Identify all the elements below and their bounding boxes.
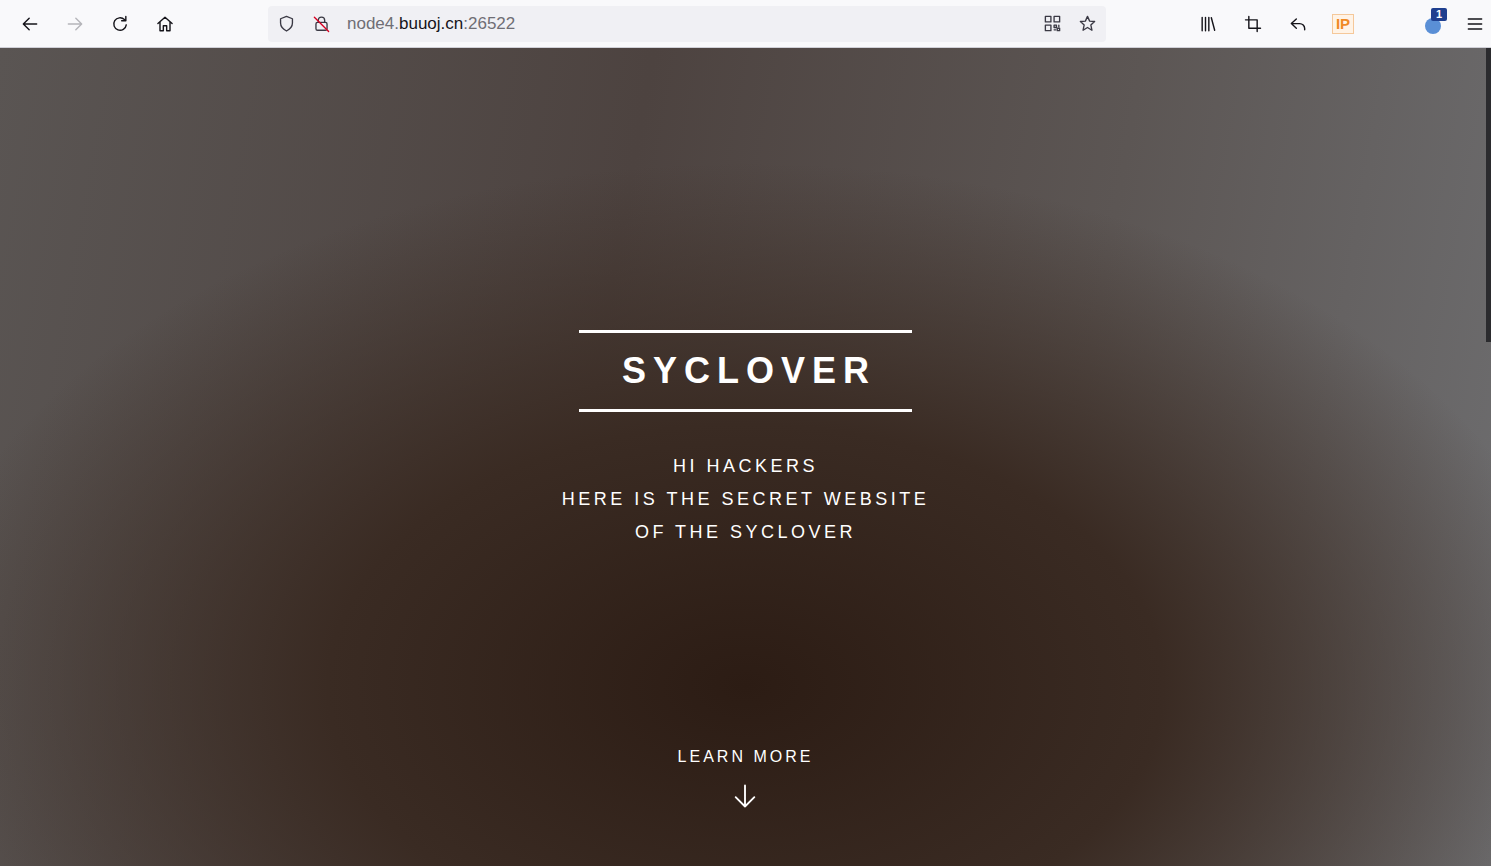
menu-icon [1465,14,1485,34]
tagline-line: OF THE SYCLOVER [562,516,929,549]
forward-arrow-icon [65,14,85,34]
tagline-line: HI HACKERS [562,450,929,483]
shield-icon [277,14,296,33]
learn-more-link[interactable]: LEARN MORE [678,748,814,810]
home-button[interactable] [149,8,181,40]
insecure-lock-icon [312,14,331,33]
crop-button[interactable] [1237,8,1269,40]
bookmark-star-icon[interactable] [1078,14,1097,33]
scrollbar-thumb[interactable] [1486,48,1491,342]
back-arrow-icon [20,14,40,34]
forward-button [59,8,91,40]
url-text[interactable]: node4.buuoj.cn:26522 [347,14,1027,34]
library-icon [1198,14,1218,34]
browser-window: node4.buuoj.cn:26522 IP 1 SYCLOVER HI HACKER… [0,0,1491,866]
site-title: SYCLOVER [579,330,912,412]
extension-button[interactable]: 1 [1417,8,1449,40]
browser-toolbar: node4.buuoj.cn:26522 IP 1 [0,0,1491,48]
reload-icon [110,14,130,34]
extension-icon: 1 [1423,14,1443,34]
reply-button[interactable] [1282,8,1314,40]
library-button[interactable] [1192,8,1224,40]
tagline-line: HERE IS THE SECRET WEBSITE [562,483,929,516]
reload-button[interactable] [104,8,136,40]
home-icon [155,14,175,34]
qr-code-icon[interactable] [1043,14,1062,33]
tagline: HI HACKERSHERE IS THE SECRET WEBSITEOF T… [562,450,929,549]
down-arrow-icon [731,782,759,810]
ip-button[interactable]: IP [1327,8,1359,40]
address-bar[interactable]: node4.buuoj.cn:26522 [268,6,1106,42]
crop-icon [1243,14,1263,34]
page-hero: SYCLOVER HI HACKERSHERE IS THE SECRET WEB… [0,48,1491,866]
back-button[interactable] [14,8,46,40]
notification-badge: 1 [1431,8,1447,21]
scrollbar[interactable] [1486,48,1491,866]
reply-arrow-icon [1288,14,1308,34]
ip-badge: IP [1332,14,1354,34]
menu-button[interactable] [1462,8,1488,40]
